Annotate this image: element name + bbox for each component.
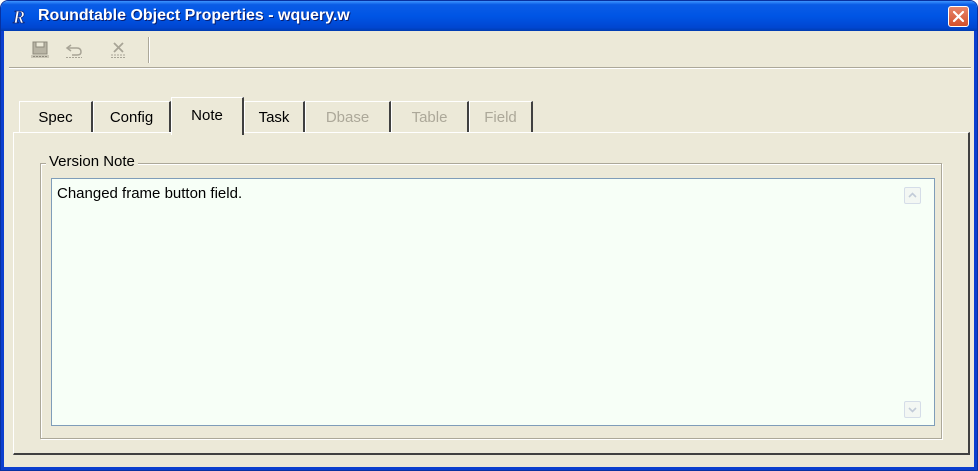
tab-table-label: Table (411, 109, 448, 126)
version-note-text: Changed frame button field. (57, 185, 243, 202)
delete-button[interactable] (107, 39, 131, 61)
close-button[interactable] (948, 6, 969, 27)
window-border-right (974, 31, 977, 470)
delete-icon (111, 42, 126, 58)
scroll-up-button[interactable] (904, 187, 921, 204)
tab-spec[interactable]: Spec (19, 101, 93, 133)
toolbar-separator (148, 37, 150, 63)
version-note-textarea[interactable]: Changed frame button field. (51, 178, 935, 426)
save-button[interactable] (29, 39, 53, 61)
tab-config-label: Config (109, 109, 154, 126)
tab-field[interactable]: Field (469, 101, 533, 133)
tab-note-label: Note (191, 107, 223, 124)
tab-note[interactable]: Note (171, 97, 244, 135)
properties-window: R Roundtable Object Properties - wquery.… (0, 0, 978, 471)
undo-icon (65, 44, 82, 58)
tab-task[interactable]: Task (244, 101, 305, 133)
tab-field-label: Field (484, 109, 517, 126)
tab-table[interactable]: Table (391, 101, 469, 133)
undo-button[interactable] (63, 39, 87, 61)
window-border-bottom (1, 467, 977, 470)
window-title: Roundtable Object Properties - wquery.w (38, 7, 350, 24)
window-border-left (1, 31, 4, 470)
scroll-down-arrow-icon (908, 407, 917, 413)
tab-config[interactable]: Config (93, 101, 171, 133)
svg-text:R: R (12, 7, 25, 25)
tab-spec-label: Spec (38, 109, 73, 126)
scroll-up-arrow-icon (908, 192, 917, 198)
toolbar (9, 34, 969, 66)
scroll-down-button[interactable] (904, 401, 921, 418)
tab-dbase[interactable]: Dbase (305, 101, 391, 133)
version-note-label: Version Note (46, 153, 138, 171)
tab-task-label: Task (258, 109, 290, 126)
title-bar[interactable]: R Roundtable Object Properties - wquery.… (1, 1, 977, 31)
save-icon (31, 41, 49, 58)
tab-dbase-label: Dbase (325, 109, 370, 126)
close-icon (952, 10, 965, 23)
roundtable-r-icon: R (12, 7, 26, 25)
toolbar-divider (9, 67, 971, 69)
